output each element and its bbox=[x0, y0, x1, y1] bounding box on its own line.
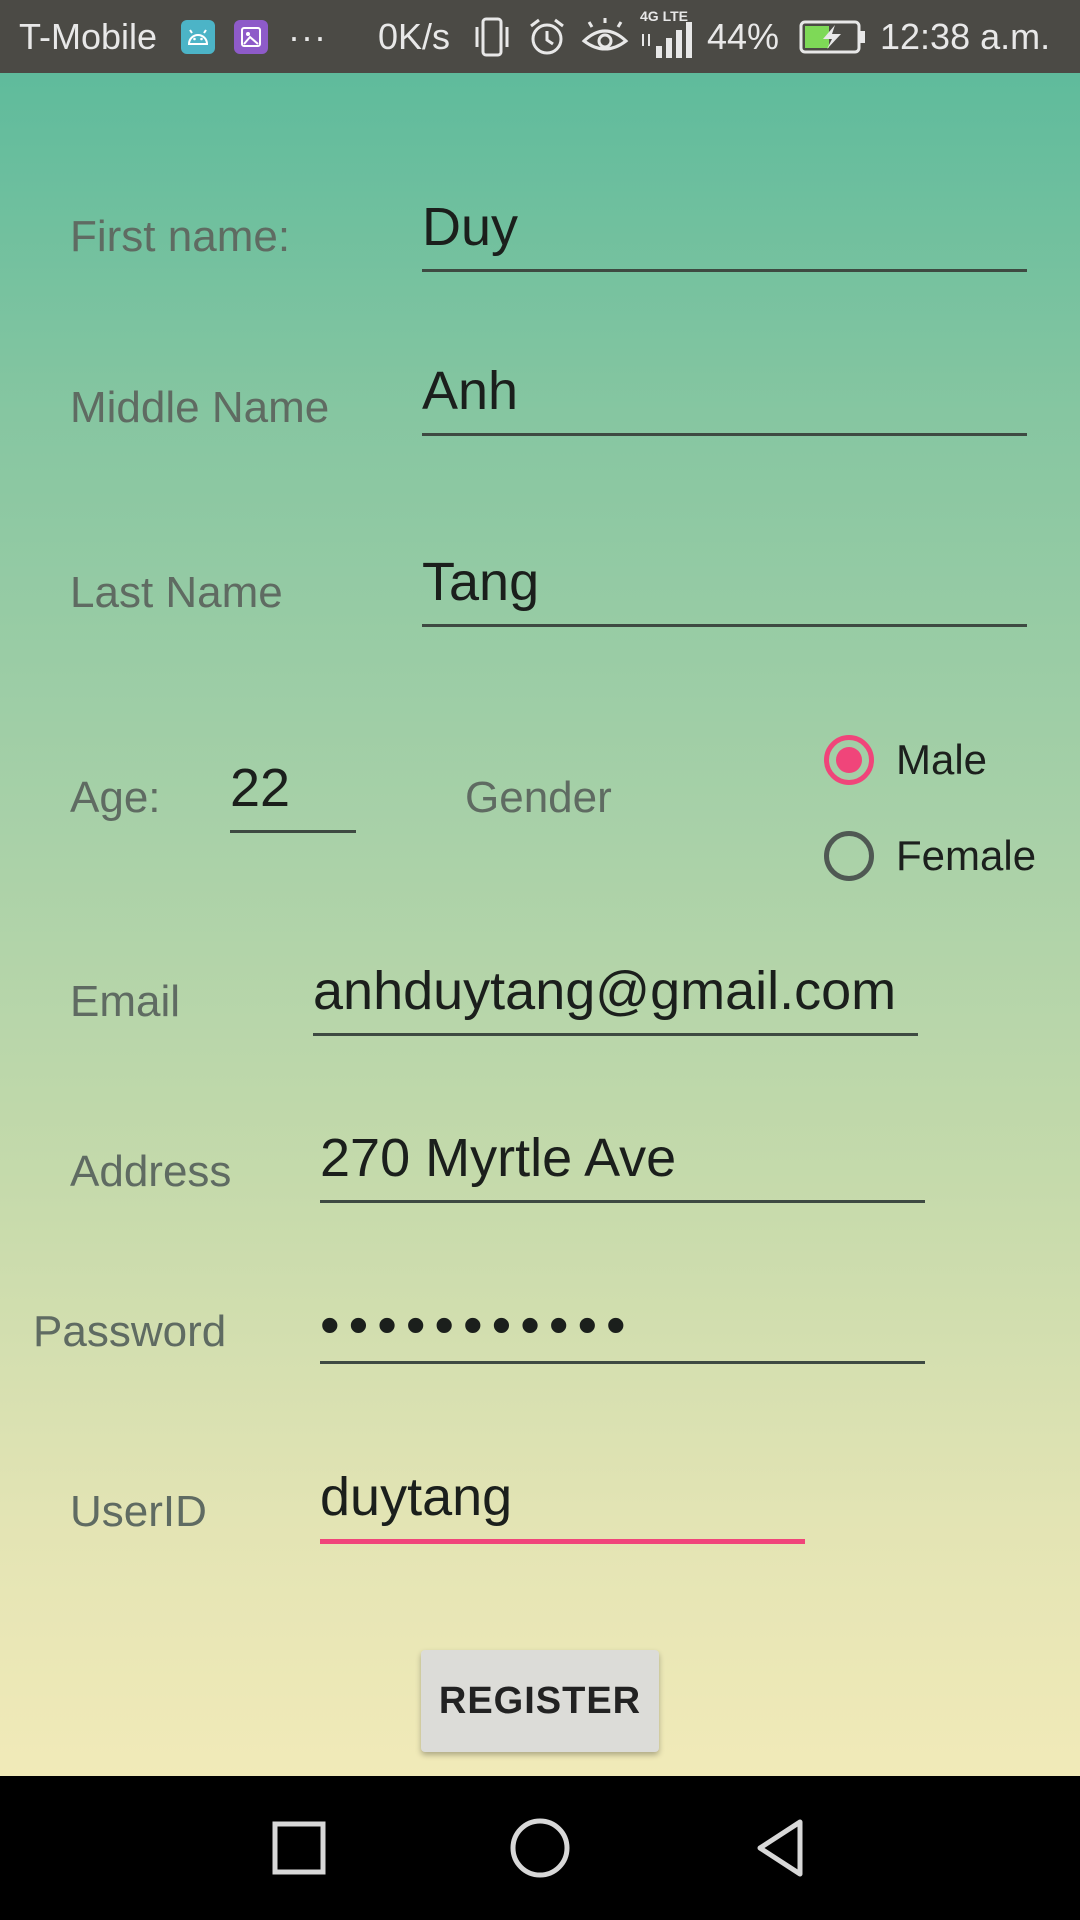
password-input[interactable]: ••••••••••• bbox=[320, 1277, 925, 1364]
registration-form: First name: Duy Middle Name Anh Last Nam… bbox=[0, 73, 1080, 1776]
carrier-name: T-Mobile bbox=[19, 15, 158, 57]
age-input[interactable]: 22 bbox=[230, 746, 356, 833]
last-name-label: Last Name bbox=[70, 568, 283, 617]
radio-button-unchecked[interactable] bbox=[824, 831, 874, 881]
signal-icon: 4G LTE bbox=[640, 0, 702, 73]
first-name-label: First name: bbox=[70, 212, 291, 261]
userid-label: UserID bbox=[70, 1487, 207, 1536]
gender-label: Gender bbox=[465, 773, 612, 822]
clock-time: 12:38 a.m. bbox=[880, 15, 1051, 57]
middle-name-value: Anh bbox=[422, 361, 519, 421]
last-name-value: Tang bbox=[422, 552, 540, 612]
gallery-icon bbox=[234, 0, 268, 73]
first-name-input[interactable]: Duy bbox=[422, 185, 1027, 272]
middle-name-input[interactable]: Anh bbox=[422, 349, 1027, 436]
userid-input[interactable]: duytang bbox=[320, 1455, 805, 1544]
vibrate-icon bbox=[472, 0, 512, 73]
address-label: Address bbox=[70, 1147, 232, 1196]
middle-name-label: Middle Name bbox=[70, 383, 330, 432]
password-value: ••••••••••• bbox=[320, 1293, 635, 1356]
recents-square-icon[interactable] bbox=[239, 1776, 359, 1920]
male-label: Male bbox=[896, 736, 988, 783]
radio-button-checked[interactable] bbox=[824, 735, 874, 785]
age-label: Age: bbox=[70, 773, 161, 822]
status-bar: T-Mobile ··· 0K/s 4G LTE 44% 12:38 a.m. bbox=[0, 0, 1080, 73]
first-name-value: Duy bbox=[422, 197, 519, 257]
navigation-bar bbox=[0, 1776, 1080, 1920]
address-value: 270 Myrtle Ave bbox=[320, 1128, 677, 1188]
android-icon bbox=[181, 0, 215, 73]
userid-value: duytang bbox=[320, 1467, 513, 1527]
last-name-input[interactable]: Tang bbox=[422, 540, 1027, 627]
email-label: Email bbox=[70, 977, 181, 1026]
email-value: anhduytang@gmail.com bbox=[313, 961, 897, 1021]
register-button[interactable]: REGISTER bbox=[421, 1650, 659, 1752]
gender-radio-female[interactable]: Female bbox=[824, 831, 1036, 881]
home-circle-icon[interactable] bbox=[480, 1776, 600, 1920]
email-input[interactable]: anhduytang@gmail.com bbox=[313, 949, 918, 1036]
battery-charging-icon bbox=[799, 0, 867, 73]
password-label: Password bbox=[33, 1307, 227, 1356]
eye-icon bbox=[580, 0, 630, 73]
alarm-icon bbox=[527, 0, 567, 73]
net-speed: 0K/s bbox=[378, 15, 451, 57]
battery-percent: 44% bbox=[707, 15, 780, 57]
age-value: 22 bbox=[230, 758, 291, 818]
female-label: Female bbox=[896, 832, 1037, 879]
address-input[interactable]: 270 Myrtle Ave bbox=[320, 1116, 925, 1203]
back-triangle-icon[interactable] bbox=[720, 1776, 840, 1920]
gender-radio-male[interactable]: Male bbox=[824, 735, 987, 785]
overflow-notifications: ··· bbox=[288, 15, 327, 57]
